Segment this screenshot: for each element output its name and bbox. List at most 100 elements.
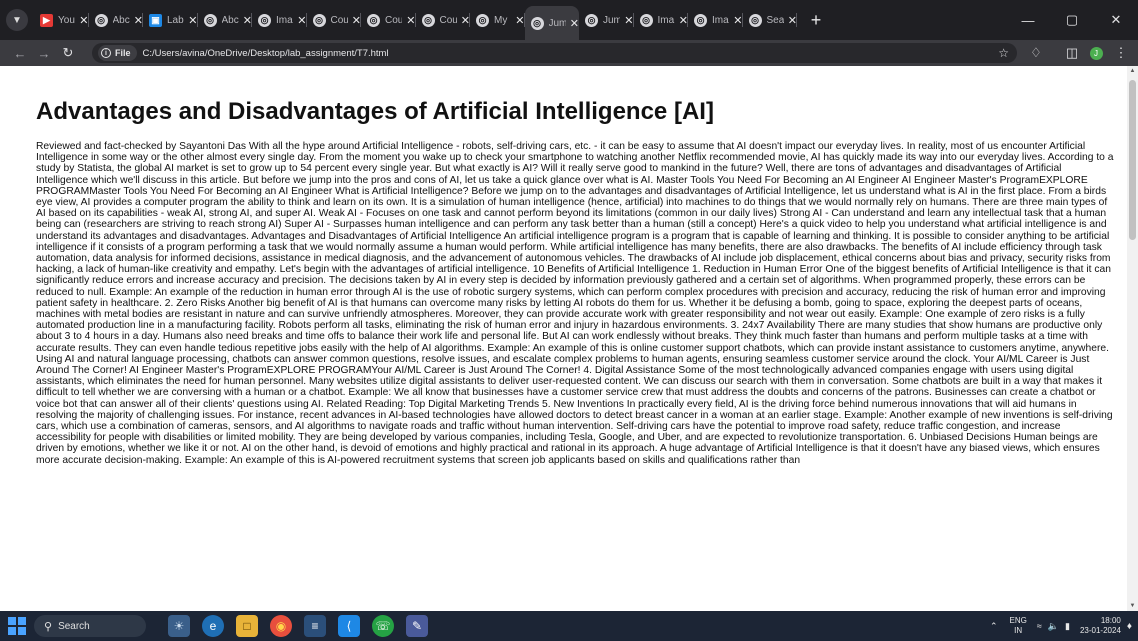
page-content: Advantages and Disadvantages of Artifici… xyxy=(0,66,1127,611)
browser-tab[interactable]: ◎ Cou ✕ xyxy=(416,0,470,40)
chevron-up-icon[interactable]: ⌃ xyxy=(990,621,998,632)
profile-avatar[interactable]: J xyxy=(1086,40,1106,66)
notification-bell-icon[interactable]: ♦ xyxy=(1127,621,1132,632)
restore-button[interactable]: ▢ xyxy=(1050,0,1094,40)
close-tab-icon[interactable]: ✕ xyxy=(188,14,197,27)
scroll-thumb[interactable] xyxy=(1129,80,1136,240)
browser-tab[interactable]: ◎ Jum ✕ xyxy=(524,6,579,40)
battery-icon[interactable]: ▮ xyxy=(1065,621,1070,632)
tab-title: Jum xyxy=(603,14,621,26)
bookmark-star-icon[interactable]: ☆ xyxy=(998,46,1009,60)
url-text[interactable]: C:/Users/avina/OneDrive/Desktop/lab_assi… xyxy=(143,48,389,59)
side-panel-icon[interactable]: ◫ xyxy=(1062,40,1082,66)
tab-title: Abc xyxy=(221,14,239,26)
menu-dots-icon[interactable]: ⋮ xyxy=(1112,40,1130,66)
reload-button[interactable]: ↻ xyxy=(56,45,80,61)
tab-title: Ima xyxy=(657,14,675,26)
site-info-chip[interactable]: i File xyxy=(98,45,137,61)
wifi-icon[interactable]: ≈ xyxy=(1037,621,1042,631)
tab-title: Jum xyxy=(548,17,566,29)
browser-tab[interactable]: ◎ Ima ✕ xyxy=(688,0,743,40)
close-tab-icon[interactable]: ✕ xyxy=(788,14,797,27)
globe-icon: ◎ xyxy=(476,13,489,27)
tab-title: Ima xyxy=(712,14,729,26)
taskbar: ⚲ Search ☀ e □ ◉ ≡ ⟨ ☏ ✎ ⌃ ENG IN ≈ 🔈 ▮ … xyxy=(0,611,1138,641)
tab-title: Lab xyxy=(167,14,184,26)
forward-button[interactable]: → xyxy=(32,46,56,61)
tab-title: My xyxy=(494,14,508,26)
browser-tab[interactable]: ◎ Ima ✕ xyxy=(252,0,307,40)
globe-icon: ◎ xyxy=(585,13,598,27)
close-window-button[interactable]: ✕ xyxy=(1094,0,1138,40)
tab-title: Cou xyxy=(439,14,457,26)
globe-icon: ◎ xyxy=(258,13,271,27)
widgets-icon[interactable]: ☀ xyxy=(168,615,190,637)
globe-icon: ◎ xyxy=(694,13,707,27)
browser-tab[interactable]: ◎ My ✕ xyxy=(470,0,525,40)
terminal-icon[interactable]: ≡ xyxy=(304,615,326,637)
close-tab-icon[interactable]: ✕ xyxy=(297,14,306,27)
clock-date: 23-01-2024 xyxy=(1079,626,1121,635)
close-tab-icon[interactable]: ✕ xyxy=(624,14,633,27)
windows-start-icon[interactable] xyxy=(8,617,26,635)
notepad-icon[interactable]: ✎ xyxy=(406,615,428,637)
browser-tab[interactable]: ◎ Abc ✕ xyxy=(89,0,143,40)
tab-title: You xyxy=(58,14,75,26)
region-label: IN xyxy=(1014,626,1023,635)
globe-icon: ◎ xyxy=(421,13,435,27)
extensions-icon[interactable]: ♢ xyxy=(1026,40,1046,66)
close-tab-icon[interactable]: ✕ xyxy=(679,14,688,27)
close-tab-icon[interactable]: ✕ xyxy=(733,14,742,27)
browser-tab[interactable]: ◎ Abc ✕ xyxy=(198,0,252,40)
vscode-icon[interactable]: ⟨ xyxy=(338,615,360,637)
browser-tab[interactable]: ▣ Lab ✕ xyxy=(143,0,198,40)
browser-tab[interactable]: ◎ Jum ✕ xyxy=(579,0,634,40)
edge-browser-icon[interactable]: e xyxy=(202,615,224,637)
chrome-icon[interactable]: ◉ xyxy=(270,615,292,637)
browser-tab[interactable]: ◎ Cou ✕ xyxy=(361,0,416,40)
globe-icon: ◎ xyxy=(748,13,762,27)
close-tab-icon[interactable]: ✕ xyxy=(352,14,361,27)
back-button[interactable]: ← xyxy=(8,46,32,61)
page-title: Advantages and Disadvantages of Artifici… xyxy=(36,98,714,125)
close-tab-icon[interactable]: ✕ xyxy=(243,14,252,27)
new-tab-button[interactable]: + xyxy=(801,0,831,40)
browser-tab[interactable]: ▶ You ✕ xyxy=(34,0,89,40)
clock[interactable]: 18:00 23-01-2024 xyxy=(1080,616,1121,636)
browser-window: ▼ ▶ You ✕ ◎ Abc ✕ ▣ Lab ✕ ◎ Abc ✕ ◎ Ima ✕ ◎ Cou ✕ ◎ Cou ✕ ◎ Co… xyxy=(0,0,1138,641)
globe-icon: ◎ xyxy=(94,13,108,27)
scroll-down-arrow-icon[interactable]: ▼ xyxy=(1129,603,1136,609)
close-tab-icon[interactable]: ✕ xyxy=(570,17,579,30)
browser-tab[interactable]: ◎ Cou ✕ xyxy=(307,0,361,40)
system-tray: ⌃ ENG IN ≈ 🔈 ▮ 18:00 23-01-2024 ♦ xyxy=(990,611,1138,641)
whatsapp-icon[interactable]: ☏ xyxy=(372,615,394,637)
search-label: Search xyxy=(58,620,90,632)
browser-tab[interactable]: ◎ Sea ✕ xyxy=(743,0,797,40)
close-tab-icon[interactable]: ✕ xyxy=(406,14,415,27)
close-tab-icon[interactable]: ✕ xyxy=(515,14,524,27)
globe-icon: ◎ xyxy=(530,16,544,30)
volume-icon[interactable]: 🔈 xyxy=(1048,621,1059,632)
close-tab-icon[interactable]: ✕ xyxy=(134,14,143,27)
youtube-icon: ▶ xyxy=(40,13,53,27)
clock-time: 18:00 xyxy=(1100,616,1121,625)
minimize-button[interactable]: — xyxy=(1006,0,1050,40)
address-bar[interactable]: i File C:/Users/avina/OneDrive/Desktop/l… xyxy=(92,43,1017,63)
browser-tab[interactable]: ◎ Ima ✕ xyxy=(634,0,688,40)
close-tab-icon[interactable]: ✕ xyxy=(461,14,470,27)
language-indicator[interactable]: ENG IN xyxy=(1010,616,1027,636)
globe-icon: ◎ xyxy=(639,13,653,27)
tab-strip: ▼ ▶ You ✕ ◎ Abc ✕ ▣ Lab ✕ ◎ Abc ✕ ◎ Ima ✕ ◎ Cou ✕ ◎ Cou ✕ ◎ Co… xyxy=(0,0,1138,40)
profile-initial: J xyxy=(1089,46,1103,60)
tab-title: Cou xyxy=(385,14,403,26)
scroll-up-arrow-icon[interactable]: ▲ xyxy=(1129,68,1136,74)
language-label: ENG xyxy=(1009,616,1027,625)
tab-title: Sea xyxy=(766,14,784,26)
file-explorer-icon[interactable]: □ xyxy=(236,615,258,637)
close-tab-icon[interactable]: ✕ xyxy=(79,14,88,27)
browser-toolbar: ← → ↻ i File C:/Users/avina/OneDrive/Des… xyxy=(0,40,1138,66)
tab-search-button[interactable]: ▼ xyxy=(6,9,28,31)
taskbar-search[interactable]: ⚲ Search xyxy=(34,615,146,637)
page-scrollbar[interactable]: ▲ ▼ xyxy=(1127,66,1138,611)
lab-icon: ▣ xyxy=(149,13,162,27)
